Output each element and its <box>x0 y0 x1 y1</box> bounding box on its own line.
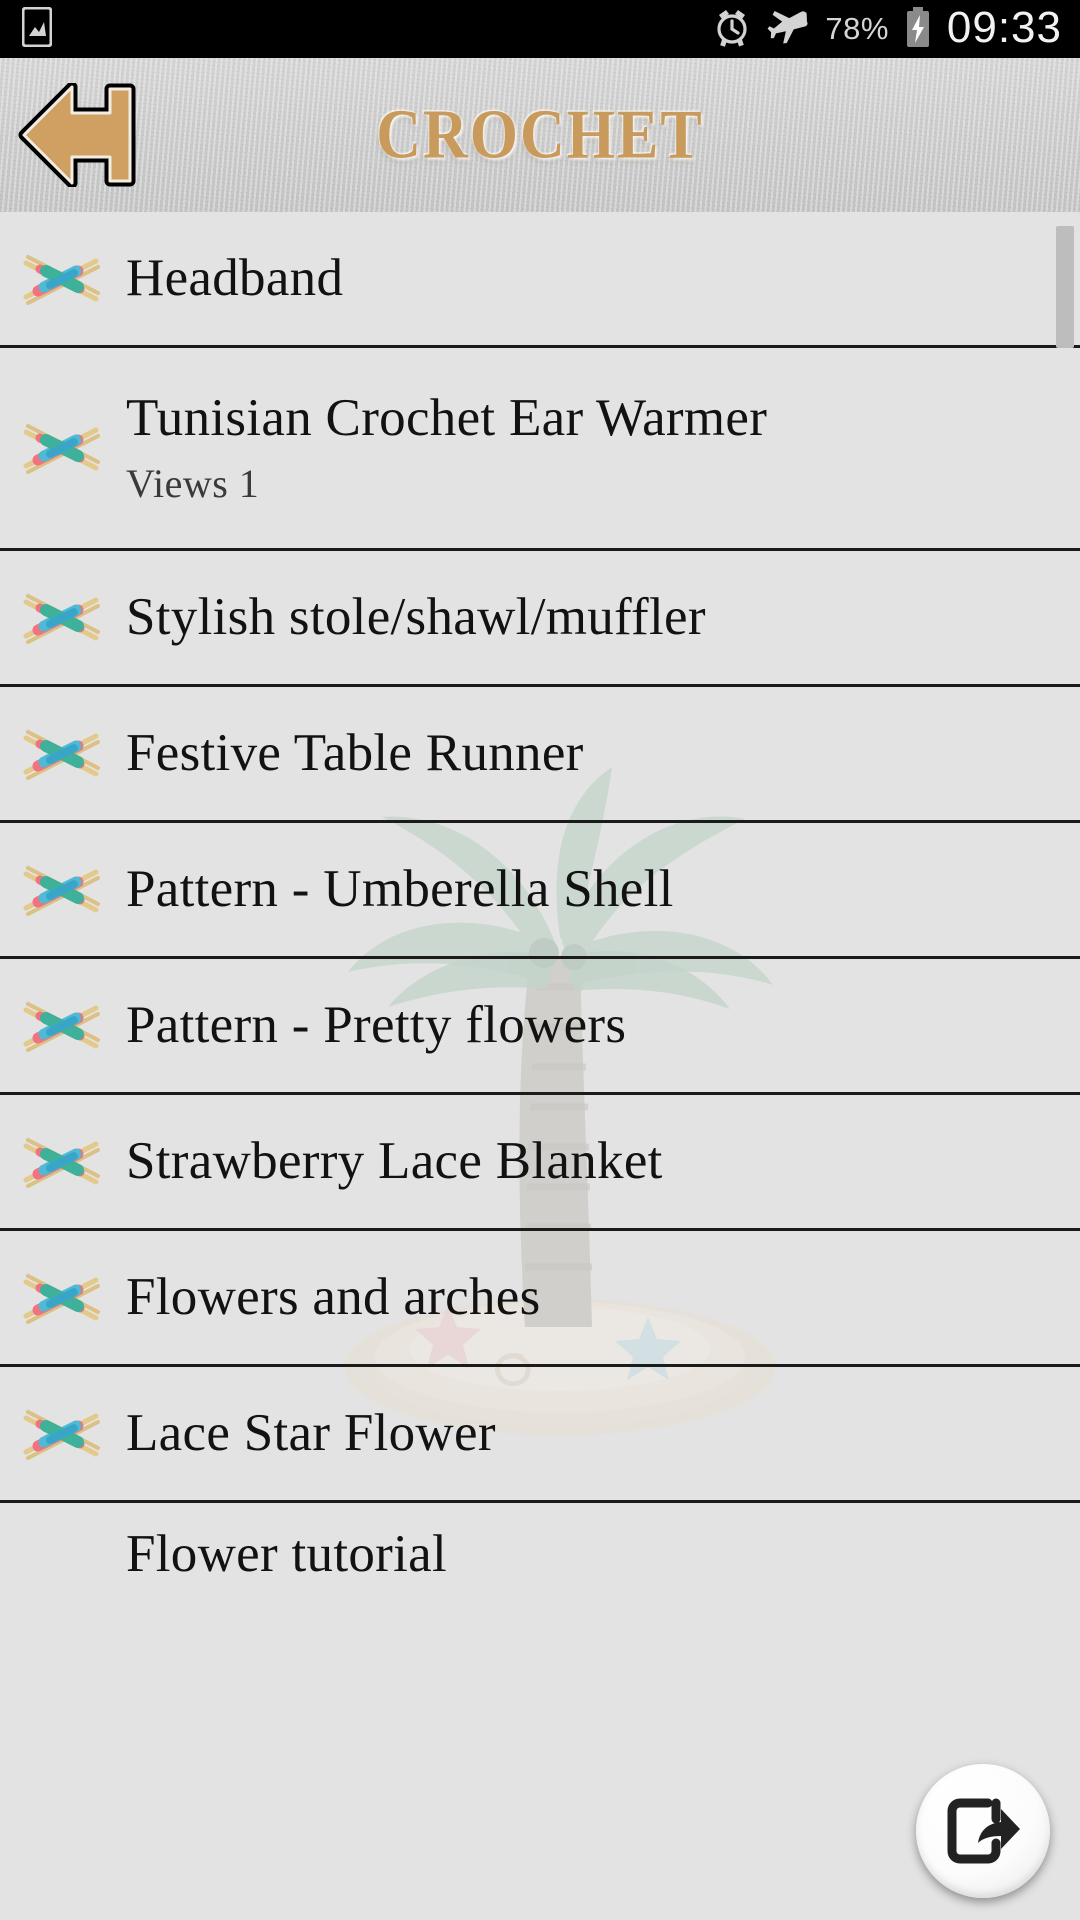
list-item-text: Stylish stole/shawl/muffler <box>126 588 706 647</box>
list-item-text: Tunisian Crochet Ear Warmer Views 1 <box>126 389 767 507</box>
battery-charging-icon <box>905 6 931 53</box>
list-item[interactable]: Pattern - Pretty flowers <box>0 959 1080 1095</box>
list-item-title: Festive Table Runner <box>126 723 584 782</box>
list-item[interactable]: Strawberry Lace Blanket <box>0 1095 1080 1231</box>
battery-percent-label: 78% <box>825 11 889 46</box>
status-bar-right: 78% 09:33 <box>713 2 1062 53</box>
list-item[interactable]: Lace Star Flower <box>0 1367 1080 1503</box>
list-item-title: Strawberry Lace Blanket <box>126 1131 663 1190</box>
list-item[interactable]: Flowers and arches <box>0 1231 1080 1367</box>
list-item-text: Lace Star Flower <box>126 1404 496 1463</box>
share-exit-icon <box>947 1798 1020 1864</box>
alarm-icon <box>713 7 751 52</box>
share-button[interactable] <box>916 1764 1050 1898</box>
status-bar-clock: 09:33 <box>946 2 1062 52</box>
list-item-title: Tunisian Crochet Ear Warmer <box>126 388 768 447</box>
list-item[interactable]: Flower tutorial <box>0 1503 1080 1584</box>
list-item-title: Flowers and arches <box>126 1267 541 1326</box>
list-item-title: Pattern - Pretty flowers <box>126 995 627 1054</box>
crochet-hooks-icon <box>20 247 104 311</box>
list-item[interactable]: Pattern - Umberella Shell <box>0 823 1080 959</box>
list-item[interactable]: Headband <box>0 212 1080 348</box>
app-screen: 78% 09:33 CROCHET Headband Tunisian Croc… <box>0 0 1080 1920</box>
crochet-hooks-icon <box>20 586 104 650</box>
list-item-views: Views 1 <box>126 461 260 507</box>
crochet-hooks-icon <box>20 994 104 1058</box>
list-item-text: Pattern - Pretty flowers <box>126 996 626 1055</box>
list-item-text: Festive Table Runner <box>126 724 584 783</box>
vertical-scrollbar[interactable] <box>1056 226 1074 348</box>
list-item-text: Strawberry Lace Blanket <box>126 1132 663 1191</box>
list-item[interactable]: Tunisian Crochet Ear Warmer Views 1 <box>0 348 1080 551</box>
crochet-hooks-icon <box>20 722 104 786</box>
list-item-title: Pattern - Umberella Shell <box>126 859 674 918</box>
crochet-hooks-icon <box>20 1266 104 1330</box>
crochet-hooks-icon <box>20 1130 104 1194</box>
status-bar: 78% 09:33 <box>0 0 1080 58</box>
back-button[interactable] <box>14 81 148 189</box>
list-item-title: Flower tutorial <box>126 1525 447 1583</box>
crochet-hooks-icon <box>20 858 104 922</box>
crochet-hooks-icon <box>20 416 104 480</box>
airplane-mode-icon <box>767 7 809 52</box>
crochet-pattern-list: Headband Tunisian Crochet Ear Warmer Vie… <box>0 212 1080 1584</box>
list-item[interactable]: Stylish stole/shawl/muffler <box>0 551 1080 687</box>
list-item-text: Pattern - Umberella Shell <box>126 860 674 919</box>
page-title: CROCHET <box>376 96 704 173</box>
status-bar-left <box>21 6 53 52</box>
list-item-title: Headband <box>126 248 344 307</box>
content-list-container[interactable]: Headband Tunisian Crochet Ear Warmer Vie… <box>0 212 1080 1920</box>
app-header: CROCHET <box>0 58 1080 212</box>
list-item-text: Flowers and arches <box>126 1268 541 1327</box>
crochet-hooks-icon <box>20 1402 104 1466</box>
list-item-text: Flower tutorial <box>126 1503 447 1584</box>
list-item-text: Headband <box>126 249 343 308</box>
crochet-hooks-icon <box>20 1503 104 1567</box>
list-item-title: Lace Star Flower <box>126 1403 496 1462</box>
gallery-icon <box>21 6 53 52</box>
list-item[interactable]: Festive Table Runner <box>0 687 1080 823</box>
list-item-title: Stylish stole/shawl/muffler <box>126 587 706 646</box>
